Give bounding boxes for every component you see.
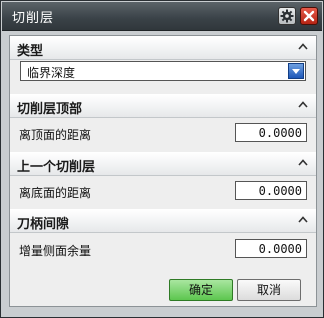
title-bar[interactable]: 切削层 bbox=[2, 2, 322, 31]
side-stock-input[interactable]: 0.0000 bbox=[235, 239, 307, 258]
section-header-previous-level[interactable]: 上一个切削层 bbox=[10, 152, 316, 176]
chevron-up-icon[interactable] bbox=[296, 98, 310, 112]
distance-from-top-input[interactable]: 0.0000 bbox=[235, 123, 307, 142]
chevron-up-icon[interactable] bbox=[296, 213, 310, 227]
distance-from-bottom-input[interactable]: 0.0000 bbox=[235, 181, 307, 200]
section-header-holder-clearance[interactable]: 刀柄间隙 bbox=[10, 209, 316, 233]
cancel-button[interactable]: 取消 bbox=[237, 279, 301, 301]
section-title-holder-clearance: 刀柄间隙 bbox=[17, 217, 70, 232]
dropdown-arrow-icon[interactable] bbox=[288, 63, 304, 79]
chevron-up-icon[interactable] bbox=[296, 156, 310, 170]
dialog-content: 类型 临界深度 切削层顶部 离顶面的距离 0.0000 上一个切削层 离底面的距… bbox=[9, 35, 317, 307]
section-title-type: 类型 bbox=[17, 44, 44, 59]
section-title-previous-level: 上一个切削层 bbox=[17, 160, 96, 175]
cut-levels-dialog: 切削层 类型 临界深度 切削层顶部 离顶面的距离 0.0000 上一个切削层 离… bbox=[0, 0, 324, 318]
section-header-type[interactable]: 类型 bbox=[10, 36, 316, 60]
section-header-top[interactable]: 切削层顶部 bbox=[10, 94, 316, 118]
distance-from-bottom-label: 离底面的距离 bbox=[19, 186, 92, 200]
chevron-up-icon[interactable] bbox=[296, 40, 310, 54]
section-title-top: 切削层顶部 bbox=[17, 102, 83, 117]
dialog-title: 切削层 bbox=[12, 11, 55, 26]
ok-button[interactable]: 确定 bbox=[169, 279, 233, 301]
side-stock-label: 增量侧面余量 bbox=[19, 244, 92, 258]
distance-from-top-label: 离顶面的距离 bbox=[19, 128, 92, 142]
gear-icon[interactable] bbox=[278, 7, 296, 25]
close-icon[interactable] bbox=[300, 7, 318, 25]
type-select[interactable]: 临界深度 bbox=[20, 61, 306, 81]
type-select-value: 临界深度 bbox=[27, 66, 76, 80]
